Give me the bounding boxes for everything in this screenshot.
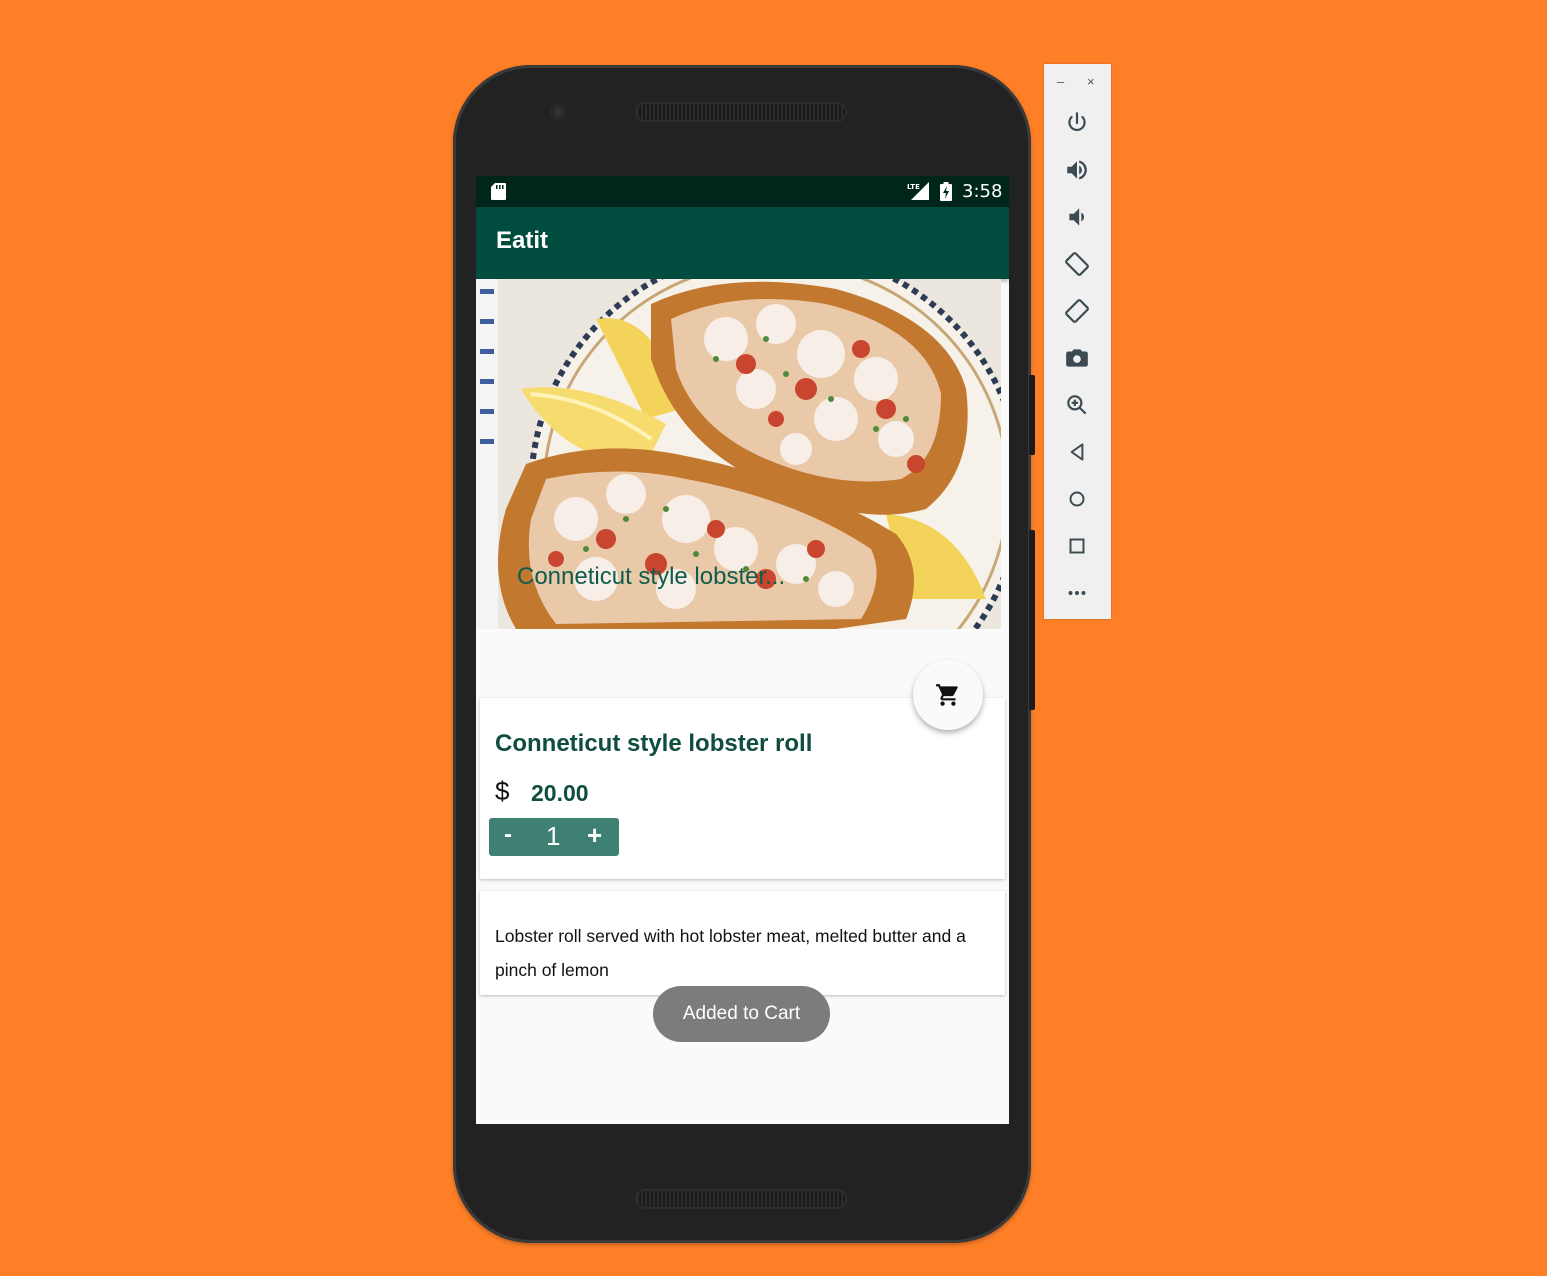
dollar-icon: $ xyxy=(495,776,510,806)
food-description: Lobster roll served with hot lobster mea… xyxy=(495,926,966,980)
more-options-button[interactable] xyxy=(1064,580,1090,606)
rotate-left-button[interactable] xyxy=(1064,251,1090,277)
rotate-right-icon xyxy=(1065,299,1089,323)
power-icon xyxy=(1068,112,1086,132)
food-image: Conneticut style lobster... xyxy=(476,279,1001,629)
more-icon xyxy=(1068,591,1086,595)
quantity-value: 1 xyxy=(546,821,561,851)
bottom-speaker xyxy=(635,1189,847,1209)
emulator-toolbar: – × xyxy=(1044,64,1111,619)
shopping-cart-icon xyxy=(936,684,958,706)
volume-down-icon xyxy=(1069,208,1085,226)
rotate-left-icon xyxy=(1065,252,1089,276)
minimize-button[interactable]: – xyxy=(1057,74,1064,89)
back-icon xyxy=(1070,443,1084,461)
food-price: 20.00 xyxy=(531,780,589,806)
device-screen: LTE 3:58 Eatit Conneticut style lobster.… xyxy=(476,176,1009,1124)
lte-signal-icon: LTE xyxy=(907,182,929,200)
network-label: LTE xyxy=(907,183,920,191)
home-icon xyxy=(1069,491,1085,507)
sd-card-icon xyxy=(491,183,506,200)
volume-side-button[interactable] xyxy=(1029,530,1035,710)
rotate-right-button[interactable] xyxy=(1064,298,1090,324)
description-card: Lobster roll served with hot lobster mea… xyxy=(480,891,1005,995)
front-camera xyxy=(550,104,566,120)
screenshot-button[interactable] xyxy=(1064,345,1090,371)
close-button[interactable]: × xyxy=(1087,74,1095,89)
power-button[interactable] xyxy=(1064,110,1090,136)
zoom-button[interactable] xyxy=(1064,392,1090,418)
app-title: Eatit xyxy=(496,227,549,254)
quantity-stepper: - 1 + xyxy=(489,818,619,856)
toolbar-overview-button[interactable] xyxy=(1064,533,1090,559)
zoom-icon xyxy=(1067,395,1087,415)
decrement-button[interactable]: - xyxy=(504,821,512,849)
volume-down-button[interactable] xyxy=(1064,204,1090,230)
camera-icon xyxy=(1066,349,1088,367)
app-bar: Eatit xyxy=(476,207,1009,279)
volume-up-button[interactable] xyxy=(1064,157,1090,183)
volume-up-icon xyxy=(1067,160,1087,180)
toolbar-back-button[interactable] xyxy=(1064,439,1090,465)
status-time: 3:58 xyxy=(962,181,1003,202)
overview-icon xyxy=(1069,538,1085,554)
food-name: Conneticut style lobster roll xyxy=(495,730,813,757)
add-to-cart-button[interactable] xyxy=(913,660,983,730)
status-bar: LTE 3:58 xyxy=(476,176,1009,207)
top-speaker xyxy=(635,102,847,122)
power-side-button[interactable] xyxy=(1029,375,1035,455)
toast-message: Added to Cart xyxy=(653,986,830,1042)
hero-food-title: Conneticut style lobster... xyxy=(517,563,786,590)
increment-button[interactable]: + xyxy=(587,820,602,851)
battery-charging-icon xyxy=(940,182,952,201)
phone-frame: LTE 3:58 Eatit Conneticut style lobster.… xyxy=(453,65,1035,1243)
food-detail-card: Conneticut style lobster roll $ 20.00 - … xyxy=(480,698,1005,879)
toolbar-home-button[interactable] xyxy=(1064,486,1090,512)
